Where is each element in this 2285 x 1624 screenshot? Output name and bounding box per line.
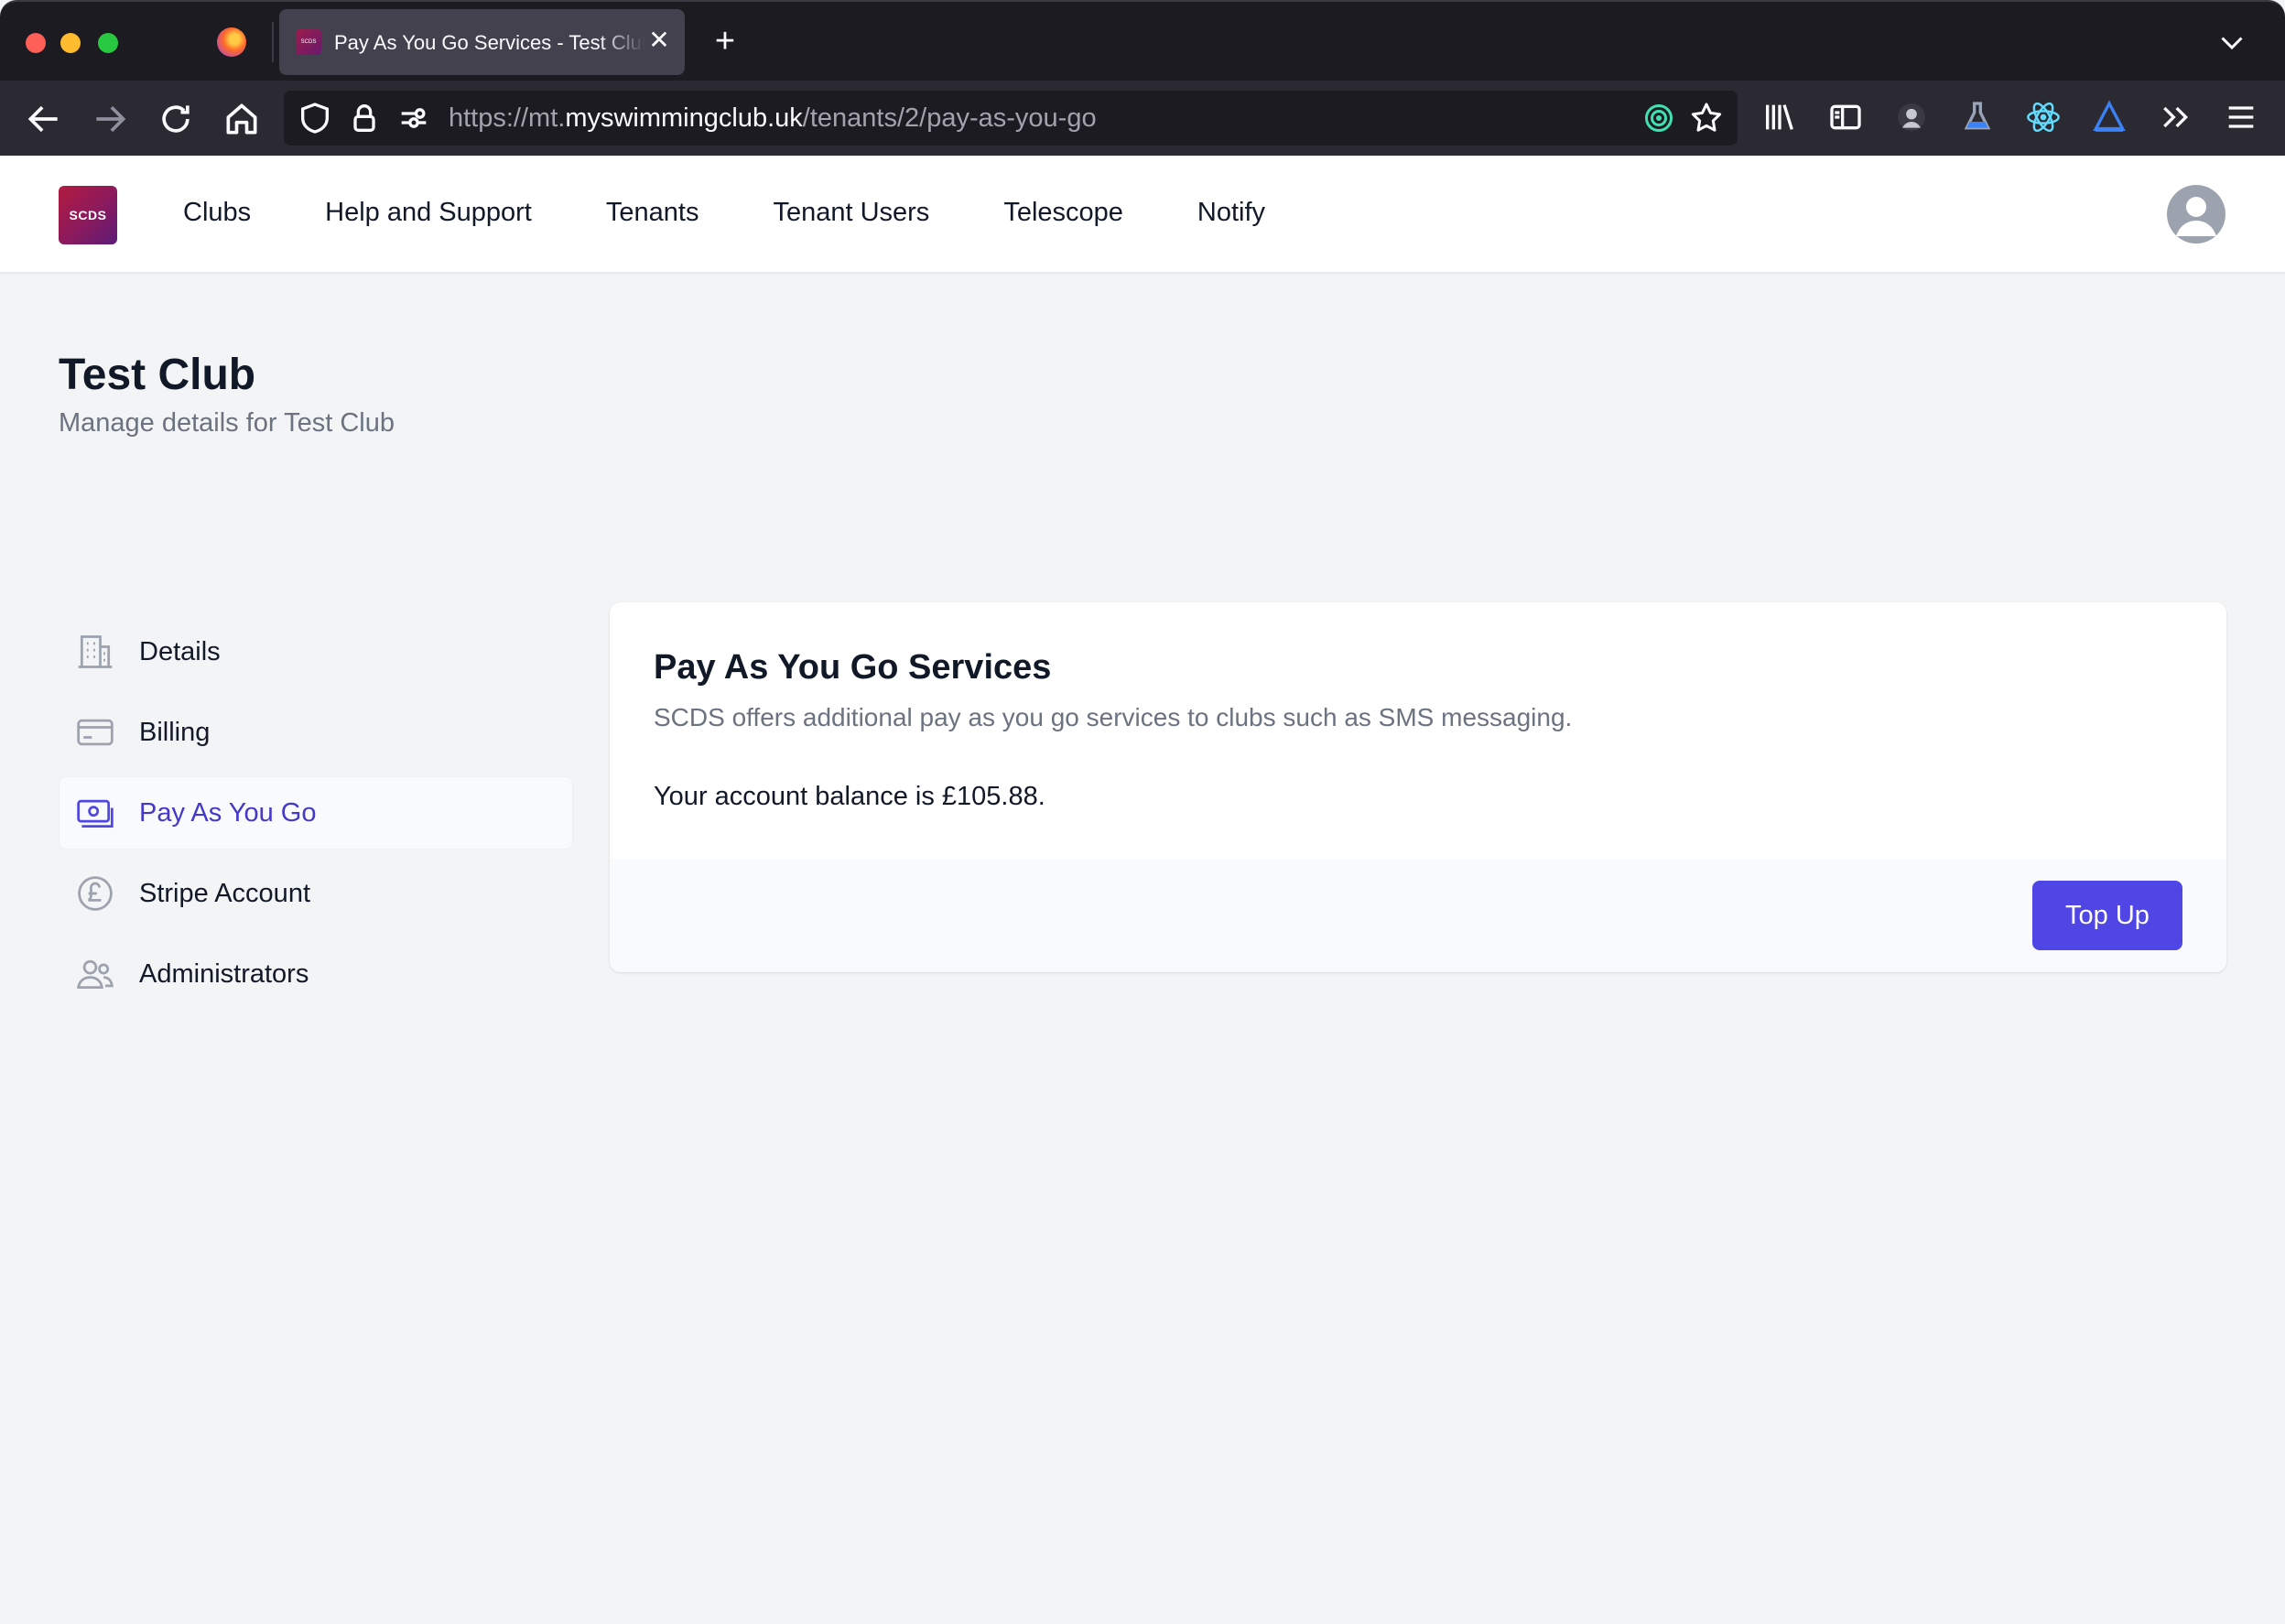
back-arrow-icon[interactable] [24, 99, 64, 139]
page-title: Test Club [59, 351, 256, 399]
card-description: SCDS offers additional pay as you go ser… [654, 703, 1573, 731]
url-prefix: https://mt. [449, 103, 566, 133]
building-icon [78, 635, 113, 668]
nav-notify[interactable]: Notify [1197, 198, 1265, 228]
tab-list-chevron-icon[interactable] [2215, 26, 2248, 59]
nav-clubs[interactable]: Clubs [183, 198, 251, 228]
sidebar-item-label: Administrators [139, 958, 309, 989]
tab-close-icon[interactable]: ✕ [644, 26, 674, 55]
url-text[interactable]: https://mt.myswimmingclub.uk/tenants/2/p… [449, 103, 1097, 134]
nav-telescope[interactable]: Telescope [1003, 198, 1123, 228]
nav-tenant-users[interactable]: Tenant Users [773, 198, 929, 228]
sidebar-item-stripe-account[interactable]: Stripe Account [59, 857, 573, 930]
sidebar-icon[interactable] [1827, 99, 1864, 135]
brand-logo[interactable]: SCDS [59, 186, 117, 244]
maximize-window-button[interactable] [98, 33, 118, 53]
library-icon[interactable] [1761, 99, 1798, 135]
home-icon[interactable] [222, 99, 262, 139]
sidebar-item-administrators[interactable]: Administrators [59, 937, 573, 1011]
lock-icon[interactable] [346, 100, 383, 136]
url-host: myswimmingclub.uk [565, 103, 803, 133]
sidebar-item-label: Stripe Account [139, 878, 310, 908]
close-window-button[interactable] [26, 33, 46, 53]
more-extensions-icon[interactable] [2157, 99, 2193, 135]
extension-profile-icon[interactable] [1893, 99, 1930, 135]
browser-tab-bar: SCDS Pay As You Go Services - Test Club … [0, 0, 2285, 81]
pound-icon [78, 876, 113, 911]
react-icon[interactable] [2025, 99, 2062, 135]
user-silhouette-icon [2167, 185, 2225, 244]
reload-icon[interactable] [156, 99, 196, 139]
tab-favicon-icon: SCDS [296, 29, 321, 55]
browser-toolbar: https://mt.myswimmingclub.uk/tenants/2/p… [0, 81, 2285, 156]
settings-sidebar: Details Billing Pay As You Go Stripe Acc… [59, 615, 573, 1018]
tab-separator [272, 22, 274, 62]
credit-card-icon [77, 719, 114, 746]
sidebar-item-details[interactable]: Details [59, 615, 573, 688]
sidebar-item-label: Details [139, 636, 221, 666]
users-icon [77, 959, 114, 990]
minimize-window-button[interactable] [60, 33, 81, 53]
account-balance: Your account balance is £105.88. [654, 782, 1045, 811]
url-bar[interactable]: https://mt.myswimmingclub.uk/tenants/2/p… [284, 91, 1738, 146]
triangle-extension-icon[interactable] [2091, 99, 2128, 135]
app-header: SCDS Clubs Help and Support Tenants Tena… [0, 156, 2285, 273]
browser-tab-active[interactable]: SCDS Pay As You Go Services - Test Club … [279, 9, 685, 75]
tab-title: Pay As You Go Services - Test Club [334, 31, 645, 54]
permissions-icon[interactable] [395, 100, 432, 136]
main-nav: Clubs Help and Support Tenants Tenant Us… [183, 198, 1339, 228]
page-subtitle: Manage details for Test Club [59, 408, 395, 438]
nav-tenants[interactable]: Tenants [606, 198, 699, 228]
cash-icon [77, 799, 114, 828]
sidebar-item-label: Pay As You Go [139, 797, 317, 828]
user-avatar[interactable] [2167, 185, 2225, 244]
card-footer: Top Up [610, 859, 2226, 972]
sidebar-item-pay-as-you-go[interactable]: Pay As You Go [59, 776, 573, 850]
bookmark-star-icon[interactable] [1688, 100, 1725, 136]
pay-as-you-go-card: Pay As You Go Services SCDS offers addit… [610, 602, 2226, 972]
record-icon[interactable] [1642, 102, 1675, 135]
top-up-button[interactable]: Top Up [2032, 881, 2182, 950]
url-path: /tenants/2/pay-as-you-go [802, 103, 1097, 133]
tracking-shield-icon[interactable] [297, 100, 333, 136]
card-title: Pay As You Go Services [654, 648, 1052, 687]
forward-arrow-icon[interactable] [90, 99, 130, 139]
firefox-icon [217, 27, 246, 57]
menu-icon[interactable] [2223, 99, 2259, 135]
sidebar-item-billing[interactable]: Billing [59, 696, 573, 769]
sidebar-item-label: Billing [139, 717, 211, 747]
new-tab-icon[interactable]: + [708, 24, 742, 59]
flask-icon[interactable] [1959, 99, 1996, 135]
nav-help-and-support[interactable]: Help and Support [325, 198, 532, 228]
